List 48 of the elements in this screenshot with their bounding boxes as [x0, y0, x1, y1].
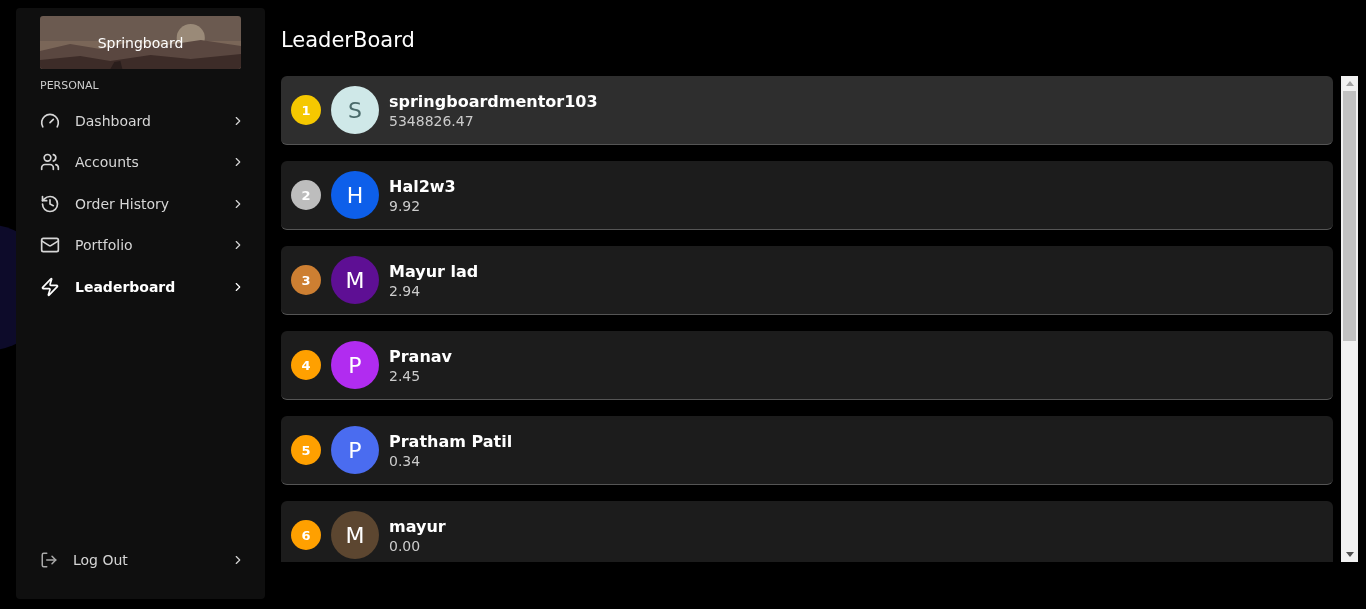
scroll-thumb[interactable]	[1343, 91, 1356, 341]
rank-badge: 6	[291, 520, 321, 550]
section-label: PERSONAL	[40, 79, 100, 92]
user-name: springboardmentor103	[389, 91, 598, 111]
zap-icon	[40, 276, 60, 297]
avatar: M	[331, 256, 379, 304]
history-icon	[40, 193, 60, 214]
users-icon	[40, 152, 60, 173]
user-name: Pratham Patil	[389, 431, 513, 451]
scroll-up-icon[interactable]	[1345, 81, 1354, 86]
nav-item[interactable]: Accounts	[16, 141, 265, 183]
app-title: Springboard	[97, 34, 184, 51]
score: 2.94	[389, 282, 422, 299]
nav-item[interactable]: Order History	[16, 183, 265, 225]
leaderboard-row[interactable]: 5 P Pratham Patil 0.34	[281, 416, 1333, 485]
avatar: S	[331, 86, 379, 134]
rank-badge: 5	[291, 435, 321, 465]
nav-item[interactable]: Portfolio	[16, 224, 265, 266]
score: 9.92	[389, 197, 422, 214]
mail-icon	[40, 235, 60, 256]
avatar: P	[331, 341, 379, 389]
avatar: P	[331, 426, 379, 474]
rank-badge: 4	[291, 350, 321, 380]
user-name: mayur	[389, 516, 446, 536]
nav-item[interactable]: Leaderboard	[16, 266, 265, 308]
avatar: M	[331, 511, 379, 559]
score: 5348826.47	[389, 112, 475, 129]
user-name: Hal2w3	[389, 176, 456, 196]
leaderboard-row[interactable]: 3 M Mayur lad 2.94	[281, 246, 1333, 315]
scrollbar[interactable]	[1341, 76, 1358, 562]
user-name: Pranav	[389, 346, 453, 366]
leaderboard-row[interactable]: 4 P Pranav 2.45	[281, 331, 1333, 400]
avatar: H	[331, 171, 379, 219]
user-name: Mayur lad	[389, 261, 479, 281]
nav-item[interactable]: Dashboard	[16, 100, 265, 142]
score: 0.34	[389, 452, 422, 469]
leaderboard-row[interactable]: 2 H Hal2w3 9.92	[281, 161, 1333, 230]
leaderboard-row[interactable]: 6 M mayur 0.00	[281, 501, 1333, 562]
rank-badge: 2	[291, 180, 321, 210]
logout-item[interactable]: Log Out	[16, 539, 265, 581]
leaderboard-row[interactable]: 1 S springboardmentor103 5348826.47	[281, 76, 1333, 145]
rank-badge: 1	[291, 95, 321, 125]
score: 0.00	[389, 537, 422, 554]
logout-icon	[40, 551, 58, 570]
scroll-down-icon[interactable]	[1345, 552, 1354, 557]
rank-badge: 3	[291, 265, 321, 295]
page-title: LeaderBoard	[281, 28, 416, 52]
score: 2.45	[389, 367, 422, 384]
